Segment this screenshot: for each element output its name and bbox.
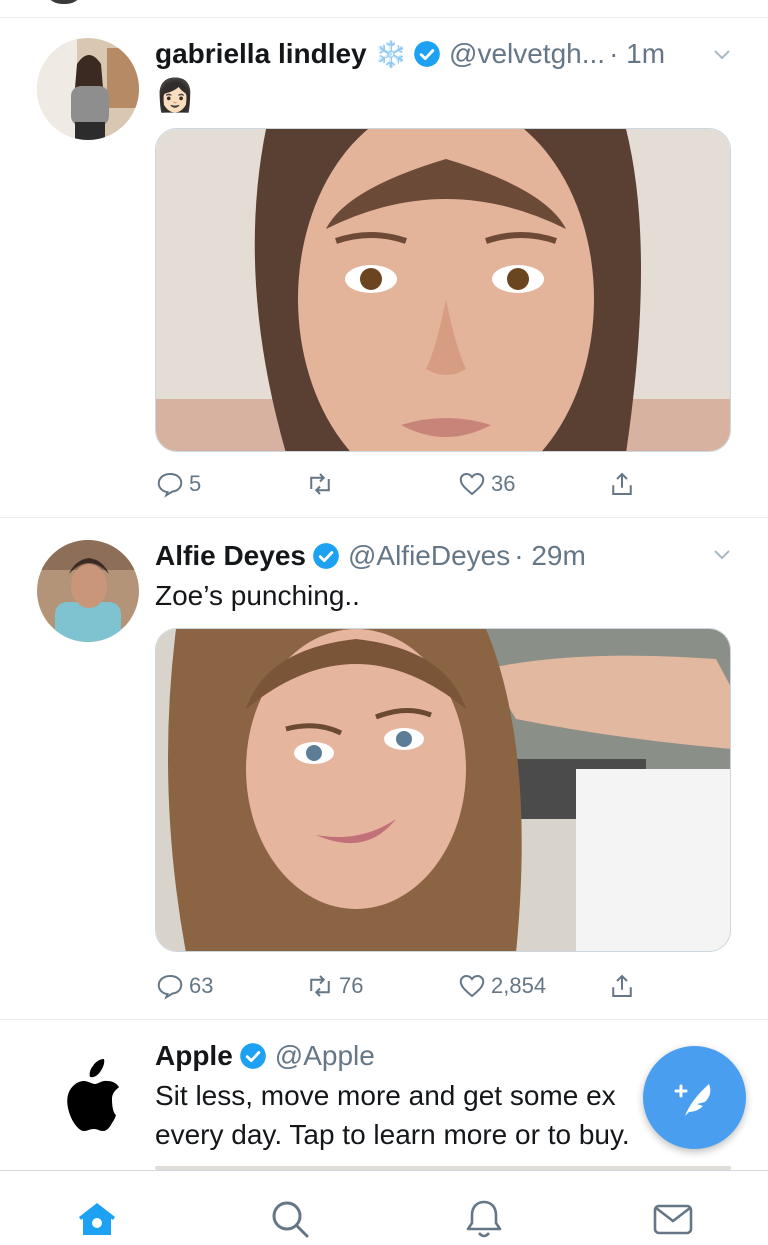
previous-tweet-edge	[0, 0, 768, 18]
bottom-tab-bar	[0, 1170, 768, 1245]
chevron-down-icon[interactable]	[710, 42, 734, 66]
tweet[interactable]: Alfie Deyes @AlfieDeyes · 29m Zoe’s punc…	[0, 518, 768, 1020]
tweet-photo[interactable]	[155, 128, 731, 452]
reply-count: 5	[189, 471, 202, 496]
tweet-time[interactable]: · 29m	[514, 540, 586, 572]
mail-icon[interactable]	[651, 1197, 695, 1241]
retweet-icon	[310, 975, 330, 997]
verified-badge-icon	[239, 1043, 266, 1069]
author-handle[interactable]: @Apple	[275, 1040, 375, 1072]
tweet[interactable]: gabriella lindley ❄️ @velvetgh... · 1m 👩…	[0, 18, 768, 518]
search-icon[interactable]	[268, 1197, 312, 1241]
reply-count: 63	[189, 973, 214, 998]
like-count: 36	[491, 471, 516, 496]
tweet-text-line: Sit less, move more and get some ex	[155, 1080, 616, 1111]
author-handle[interactable]: @AlfieDeyes	[348, 540, 510, 572]
avatar[interactable]	[37, 1042, 139, 1144]
like-count: 2,854	[491, 973, 547, 998]
tweet-time[interactable]: · 1m	[609, 38, 665, 70]
home-icon[interactable]	[75, 1197, 119, 1241]
avatar[interactable]	[37, 38, 139, 140]
share-button[interactable]	[607, 968, 641, 1004]
share-button[interactable]	[607, 466, 641, 502]
compose-tweet-icon	[674, 1083, 710, 1116]
compose-tweet-button[interactable]	[643, 1046, 746, 1149]
retweet-button[interactable]	[305, 466, 339, 502]
tweet-photo[interactable]	[155, 628, 731, 952]
tweet-text: Zoe’s punching..	[155, 580, 360, 611]
previous-avatar	[44, 0, 84, 4]
reply-button[interactable]: 63	[155, 968, 213, 1004]
reply-icon	[157, 974, 183, 1000]
bell-icon[interactable]	[462, 1197, 506, 1241]
avatar[interactable]	[37, 540, 139, 642]
chevron-down-icon[interactable]	[710, 542, 734, 566]
tweet-text: Sit less, move more and get some ex ever…	[155, 1076, 630, 1154]
apple-logo-icon	[67, 1059, 119, 1131]
reply-icon	[157, 472, 183, 498]
reply-button[interactable]: 5	[155, 466, 201, 502]
heart-icon	[459, 472, 485, 496]
share-icon	[612, 974, 632, 997]
share-icon	[612, 472, 632, 495]
tweet-text: 👩🏻	[155, 77, 195, 113]
verified-badge-icon	[414, 41, 440, 67]
author-handle[interactable]: @velvetgh...	[449, 38, 605, 70]
retweet-icon	[310, 473, 330, 495]
author-name[interactable]: gabriella lindley	[155, 38, 367, 70]
like-button[interactable]: 36	[457, 466, 515, 502]
author-name[interactable]: Apple	[155, 1040, 233, 1072]
verified-badge-icon	[313, 543, 339, 569]
heart-icon	[459, 974, 485, 998]
like-button[interactable]: 2,854	[457, 968, 546, 1004]
author-name[interactable]: Alfie Deyes	[155, 540, 306, 572]
tweet-text-line: every day. Tap to learn more or to buy.	[155, 1119, 630, 1150]
snowflake-emoji: ❄️	[374, 38, 408, 69]
retweet-button[interactable]: 76	[305, 968, 363, 1004]
retweet-count: 76	[339, 973, 364, 998]
